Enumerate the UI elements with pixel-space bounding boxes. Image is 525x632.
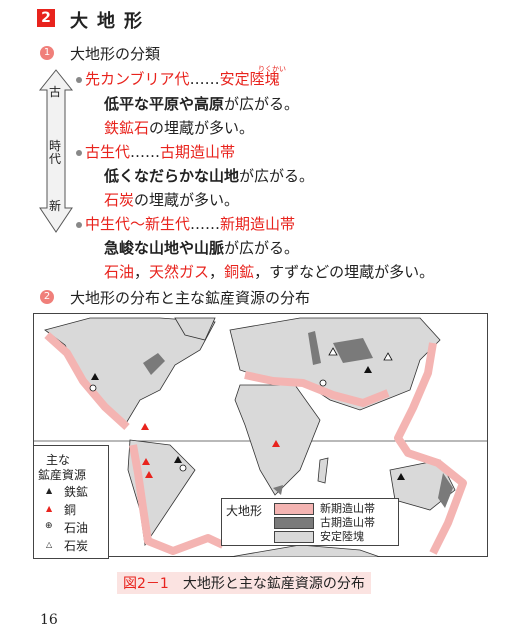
text-segment: の埋蔵が多い。 (134, 191, 240, 209)
bullet-icon (76, 76, 82, 83)
landform-legend-title: 大地形 (226, 504, 263, 518)
text-segment: 銅鉱 (224, 263, 255, 281)
text-segment: 新期造山帯 (220, 215, 296, 233)
text-segment: 古生代 (85, 143, 131, 161)
text-segment: 急峻な山地や山脈 (104, 239, 225, 257)
legend-swatch (274, 517, 314, 529)
text-segment: 先カンブリア代 (85, 70, 190, 88)
text-segment: 安定陸塊 (219, 70, 280, 88)
text-segment: …… (190, 215, 221, 233)
text-segment: …… (189, 70, 220, 88)
legend-label: 石油 (64, 521, 89, 535)
text-segment: 古期造山帯 (160, 143, 236, 161)
text-segment: 鉄鉱石 (104, 119, 150, 137)
bullet-icon (76, 149, 82, 156)
era-heading: 中生代～新生代……新期造山帯 (76, 213, 295, 234)
description-line: 急峻な山地や山脈が広がる。 (104, 237, 299, 258)
section-number-badge: 2 (37, 9, 55, 27)
section-title: 大地形 (70, 11, 151, 32)
iron-ore-icon: ▲ (46, 486, 53, 495)
figure-caption: 図2－1 大地形と主な鉱産資源の分布 (117, 572, 371, 594)
oil-icon: ⊕ (45, 521, 53, 531)
text-segment: の埋蔵が多い。 (149, 119, 255, 137)
legend-swatch (274, 503, 314, 515)
text-segment: が広がる。 (224, 95, 300, 113)
text-segment: 低くなだらかな山地 (104, 167, 240, 185)
text-segment: …… (130, 143, 161, 161)
description-line: 低くなだらかな山地が広がる。 (104, 165, 314, 186)
figure-caption-text: 大地形と主な鉱産資源の分布 (182, 576, 365, 592)
description-line: 石油，天然ガス，銅鉱，すずなどの埋蔵が多い。 (104, 261, 434, 282)
subsection-number: 1 (40, 46, 54, 60)
era-heading: 古生代……古期造山帯 (76, 141, 235, 162)
copper-icon: ▲ (46, 504, 53, 513)
text-segment: が広がる。 (239, 167, 315, 185)
resource-legend: 主な 鉱産資源 ▲ 鉄鉱 ▲ 銅 ⊕ 石油 △ 石炭 (33, 445, 109, 559)
resource-legend-title: 鉱産資源 (38, 468, 87, 482)
text-segment: 石油 (104, 263, 135, 281)
textbook-page: 2 大地形 1 大地形の分類 古 時代 新 りくかい 先カンブリア代……安定陸塊… (0, 0, 525, 632)
era-heading: 先カンブリア代……安定陸塊 (76, 68, 280, 89)
description-line: 低平な平原や高原が広がる。 (104, 93, 299, 114)
landform-legend: 大地形 新期造山帯 古期造山帯 安定陸塊 (221, 498, 399, 546)
legend-label: 銅 (64, 503, 77, 517)
era-new-label: 新 (48, 199, 61, 213)
text-segment: が広がる。 (224, 239, 300, 257)
legend-label: 安定陸塊 (320, 530, 364, 543)
subsection-title: 大地形の分類 (70, 45, 161, 63)
subsection-number: 2 (40, 290, 54, 304)
text-segment: 石炭 (104, 191, 135, 209)
legend-label: 石炭 (64, 539, 89, 553)
legend-swatch (274, 531, 314, 543)
era-label: 時代 (48, 139, 61, 166)
text-segment: 天然ガス (149, 263, 210, 281)
era-old-label: 古 (48, 85, 61, 99)
description-line: 鉄鉱石の埋蔵が多い。 (104, 117, 254, 138)
text-segment: ， (134, 263, 150, 281)
text-segment: ， (209, 263, 225, 281)
page-number: 16 (40, 612, 58, 628)
subsection-title: 大地形の分布と主な鉱産資源の分布 (70, 289, 311, 307)
figure-number: 図2－1 (123, 576, 169, 592)
text-segment: ，すずなどの埋蔵が多い。 (254, 263, 435, 281)
text-segment: 低平な平原や高原 (104, 95, 225, 113)
coal-icon: △ (46, 540, 53, 549)
description-line: 石炭の埋蔵が多い。 (104, 189, 239, 210)
bullet-icon (76, 221, 82, 228)
legend-label: 鉄鉱 (64, 485, 89, 499)
text-segment: 中生代～新生代 (85, 215, 191, 233)
